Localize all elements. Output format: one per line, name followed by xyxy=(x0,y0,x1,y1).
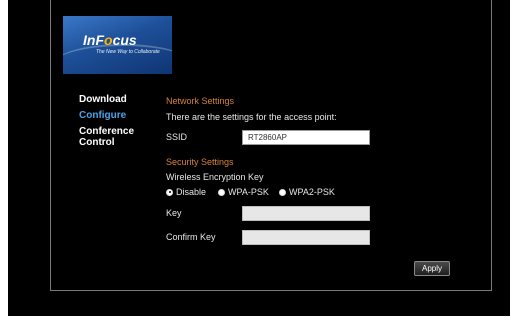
ssid-input[interactable]: RT2860AP xyxy=(242,130,370,145)
nav-item-download[interactable]: Download xyxy=(79,94,159,105)
key-input[interactable] xyxy=(242,206,370,221)
settings-panel: InFocus The New Way to Collaborate Downl… xyxy=(50,0,492,291)
sidebar-nav: Download Configure Conference Control xyxy=(79,94,159,153)
radio-disable[interactable]: Disable xyxy=(166,187,206,197)
logo-tagline: The New Way to Collaborate xyxy=(96,49,160,55)
radio-wpa-psk-dot[interactable] xyxy=(218,188,225,196)
infocus-logo: InFocus The New Way to Collaborate xyxy=(63,16,172,74)
radio-wpa2-psk-dot[interactable] xyxy=(279,188,286,196)
key-label: Key xyxy=(166,208,182,218)
ssid-label: SSID xyxy=(166,132,188,142)
nav-item-configure[interactable]: Configure xyxy=(79,110,159,121)
network-description: There are the settings for the access po… xyxy=(166,112,337,122)
radio-wpa2-psk[interactable]: WPA2-PSK xyxy=(279,187,335,197)
encryption-label: Wireless Encryption Key xyxy=(166,172,264,182)
apply-button[interactable]: Apply xyxy=(414,261,450,276)
logo-brand: InFocus xyxy=(83,32,137,48)
confirm-key-label: Confirm Key xyxy=(166,232,216,242)
security-settings-title: Security Settings xyxy=(166,157,234,167)
confirm-key-input[interactable] xyxy=(242,230,370,245)
radio-disable-dot[interactable] xyxy=(166,188,173,196)
radio-wpa-psk[interactable]: WPA-PSK xyxy=(218,187,269,197)
network-settings-title: Network Settings xyxy=(166,96,235,106)
page-frame: InFocus The New Way to Collaborate Downl… xyxy=(8,0,510,316)
nav-item-conference-control[interactable]: Conference Control xyxy=(79,126,159,148)
